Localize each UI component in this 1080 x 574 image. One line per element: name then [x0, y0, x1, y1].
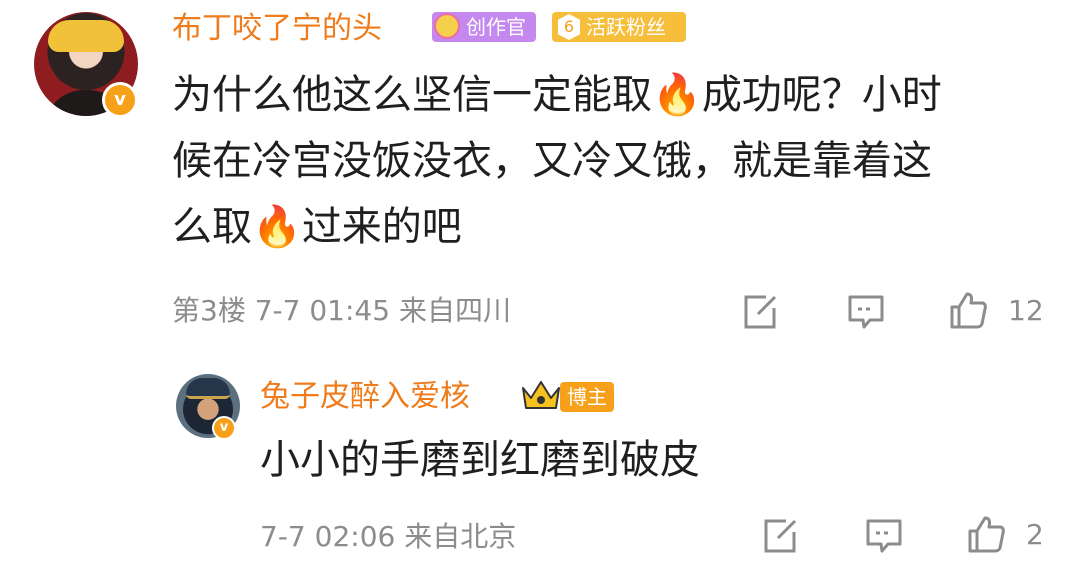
comment-line-3: 么取🔥过来的吧: [172, 204, 462, 250]
comment-username[interactable]: 布丁咬了宁的头: [172, 12, 382, 46]
reply-username[interactable]: 兔子皮醉入爱核: [260, 380, 470, 414]
host-badge: 博主: [560, 382, 614, 412]
comment-location: 来自四川: [398, 294, 511, 327]
like-count: 12: [1008, 294, 1044, 327]
reply-meta: 7-7 02:06 来自北京: [260, 520, 516, 554]
creator-icon: [434, 13, 460, 39]
share-edit-icon[interactable]: [740, 292, 780, 332]
comment-text: 为什么他这么坚信一定能取🔥成功呢？小时 候在冷宫没饭没衣，又冷又饿，就是靠着这 …: [172, 62, 942, 260]
fan-badge[interactable]: 6 活跃粉丝: [552, 12, 686, 42]
floor-number: 第3楼: [172, 294, 246, 327]
comment-bubble-icon[interactable]: [864, 516, 904, 556]
creator-badge[interactable]: 创作官: [432, 12, 536, 42]
crown-icon: [522, 381, 560, 409]
comment-line-1: 为什么他这么坚信一定能取🔥成功呢？小时: [172, 72, 942, 118]
comment-line-2: 候在冷宫没饭没衣，又冷又饿，就是靠着这: [172, 138, 932, 184]
share-edit-icon[interactable]: [760, 516, 800, 556]
comment-bubble-icon[interactable]: [846, 292, 886, 332]
fire-emoji-icon: 🔥: [652, 72, 702, 118]
reply-location: 来自北京: [404, 520, 517, 553]
comment-time: 7-7 01:45: [254, 294, 391, 327]
fan-badge-label: 活跃粉丝: [586, 15, 666, 39]
like-count: 2: [1026, 518, 1044, 551]
verified-badge-icon: v: [102, 82, 138, 118]
fan-level-icon: 6: [558, 14, 580, 40]
reply-time: 7-7 02:06: [260, 520, 396, 553]
creator-badge-label: 创作官: [466, 15, 526, 39]
verified-badge-icon: v: [212, 416, 236, 440]
comment-meta: 第3楼 7-7 01:45 来自四川: [172, 294, 511, 328]
thumbs-up-icon[interactable]: [948, 290, 988, 330]
thumbs-up-icon[interactable]: [966, 514, 1006, 554]
fire-emoji-icon: 🔥: [252, 204, 302, 250]
reply-text: 小小的手磨到红磨到破皮: [260, 437, 700, 483]
